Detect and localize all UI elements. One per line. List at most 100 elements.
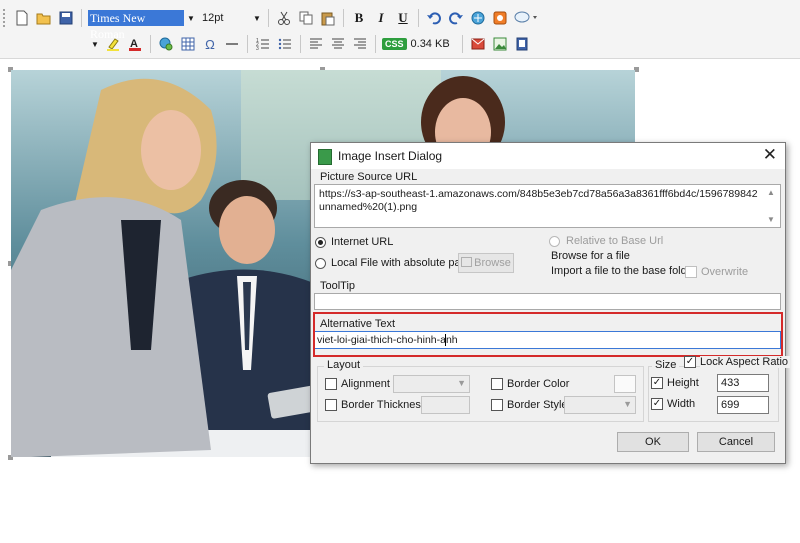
source-url-field[interactable]: https://s3-ap-southeast-1.amazonaws.com/… <box>314 184 781 228</box>
width-label: Width <box>667 398 696 410</box>
font-size-select[interactable]: 12pt <box>198 10 250 26</box>
numbered-list-icon[interactable]: 123 <box>253 34 273 54</box>
cut-icon[interactable] <box>274 8 294 28</box>
lock-aspect-label: Lock Aspect Ratio <box>700 356 791 368</box>
bullet-list-icon[interactable] <box>275 34 295 54</box>
local-file-label[interactable]: Local File with absolute path <box>331 257 470 269</box>
toolbar-separator <box>247 35 248 53</box>
svg-text:3: 3 <box>256 46 259 51</box>
chevron-down-icon: ▼ <box>457 378 466 388</box>
italic-button[interactable]: I <box>371 8 391 28</box>
chevron-down-icon: ▼ <box>623 399 632 409</box>
table-icon[interactable] <box>178 34 198 54</box>
copy-icon[interactable] <box>296 8 316 28</box>
css-badge[interactable]: CSS <box>382 38 407 50</box>
relative-base-url-radio[interactable] <box>549 236 560 247</box>
height-checkbox[interactable]: ✓ <box>651 377 663 389</box>
size-legend: Size <box>652 359 680 371</box>
email-icon[interactable] <box>468 34 488 54</box>
source-url-label: Picture Source URL <box>320 171 418 183</box>
tooltip-field[interactable] <box>314 293 781 310</box>
lock-aspect-checkbox[interactable]: ✓ <box>684 356 696 368</box>
font-color-icon[interactable]: A <box>125 34 145 54</box>
border-color-label: Border Color <box>507 378 570 390</box>
alignment-select[interactable]: ▼ <box>393 375 470 393</box>
editor-toolbar: Times New Roman ▼ 12pt ▼ B I U ▼ A Ω 1 2… <box>0 0 800 59</box>
internet-url-label[interactable]: Internet URL <box>331 236 393 248</box>
insert-image-icon[interactable] <box>490 8 510 28</box>
toolbar-row-1: Times New Roman ▼ 12pt ▼ B I U <box>0 5 541 41</box>
document-size: 0.34 KB <box>410 38 450 50</box>
toolbar-separator <box>81 9 82 27</box>
dialog-titlebar[interactable]: Image Insert Dialog ✕ <box>311 143 785 169</box>
source-url-value: https://s3-ap-southeast-1.amazonaws.com/… <box>319 188 758 213</box>
overwrite-checkbox[interactable] <box>685 266 697 278</box>
width-field[interactable]: 699 <box>717 396 769 414</box>
scroll-up-icon[interactable]: ▲ <box>767 188 775 197</box>
picture-icon[interactable] <box>490 34 510 54</box>
alt-text-highlight-box <box>313 312 783 357</box>
align-center-icon[interactable] <box>328 34 348 54</box>
width-checkbox[interactable]: ✓ <box>651 398 663 410</box>
browse-for-file-label: Browse for a file <box>551 250 630 262</box>
border-style-checkbox[interactable] <box>491 399 503 411</box>
toolbar-separator <box>343 9 344 27</box>
height-field[interactable]: 433 <box>717 374 769 392</box>
toolbar-separator <box>150 35 151 53</box>
align-left-icon[interactable] <box>306 34 326 54</box>
open-icon[interactable] <box>34 8 54 28</box>
internet-url-radio[interactable] <box>315 237 326 248</box>
paste-icon[interactable] <box>318 8 338 28</box>
image-insert-dialog: Image Insert Dialog ✕ Picture Source URL… <box>310 142 791 464</box>
page-icon[interactable] <box>512 34 532 54</box>
font-name-dropdown-icon[interactable]: ▼ <box>184 14 198 23</box>
save-icon[interactable] <box>56 8 76 28</box>
toolbar-row-2: ▼ A Ω 123 CSS 0.34 KB <box>0 31 533 57</box>
highlight-icon[interactable] <box>103 34 123 54</box>
omega-icon[interactable]: Ω <box>200 34 220 54</box>
import-file-label: Import a file to the base folder <box>551 265 697 277</box>
scroll-down-icon[interactable]: ▼ <box>767 215 775 224</box>
tooltip-label: ToolTip <box>320 280 356 292</box>
new-icon[interactable] <box>12 8 32 28</box>
underline-button[interactable]: U <box>393 8 413 28</box>
toolbar-separator <box>268 9 269 27</box>
border-thickness-field[interactable] <box>421 396 470 414</box>
font-size-dropdown-icon[interactable]: ▼ <box>250 14 264 23</box>
toolbar-separator <box>418 9 419 27</box>
border-style-select[interactable]: ▼ <box>564 396 636 414</box>
border-color-checkbox[interactable] <box>491 378 503 390</box>
dialog-app-icon <box>318 149 332 165</box>
undo-icon[interactable] <box>424 8 444 28</box>
layout-legend: Layout <box>324 359 364 371</box>
border-thickness-label: Border Thickness <box>341 399 427 411</box>
overwrite-label: Overwrite <box>701 266 749 278</box>
link-icon[interactable] <box>468 8 488 28</box>
hyperlink-icon[interactable] <box>156 34 176 54</box>
height-label: Height <box>667 377 699 389</box>
toolbar-separator <box>375 35 376 53</box>
cancel-button[interactable]: Cancel <box>697 432 775 452</box>
dialog-title: Image Insert Dialog <box>338 149 443 163</box>
toolbar-grip[interactable] <box>3 9 8 27</box>
alignment-label: Alignment <box>341 378 390 390</box>
ok-button[interactable]: OK <box>617 432 689 452</box>
style-dropdown-icon[interactable]: ▼ <box>88 40 102 49</box>
local-file-radio[interactable] <box>315 258 326 269</box>
browse-button-label: Browse <box>474 257 511 269</box>
close-icon[interactable]: ✕ <box>763 146 777 164</box>
comment-icon[interactable] <box>512 8 540 28</box>
border-thickness-checkbox[interactable] <box>325 399 337 411</box>
horizontal-rule-icon[interactable] <box>222 34 242 54</box>
border-style-label: Border Style <box>507 399 568 411</box>
font-name-select[interactable]: Times New Roman <box>88 10 184 41</box>
border-color-swatch[interactable] <box>614 375 636 393</box>
redo-icon[interactable] <box>446 8 466 28</box>
url-scrollbar[interactable]: ▲ ▼ <box>765 186 779 226</box>
browse-button[interactable]: Browse <box>458 253 514 273</box>
bold-button[interactable]: B <box>349 8 369 28</box>
toolbar-separator <box>300 35 301 53</box>
align-right-icon[interactable] <box>350 34 370 54</box>
toolbar-separator <box>461 35 463 53</box>
alignment-checkbox[interactable] <box>325 378 337 390</box>
